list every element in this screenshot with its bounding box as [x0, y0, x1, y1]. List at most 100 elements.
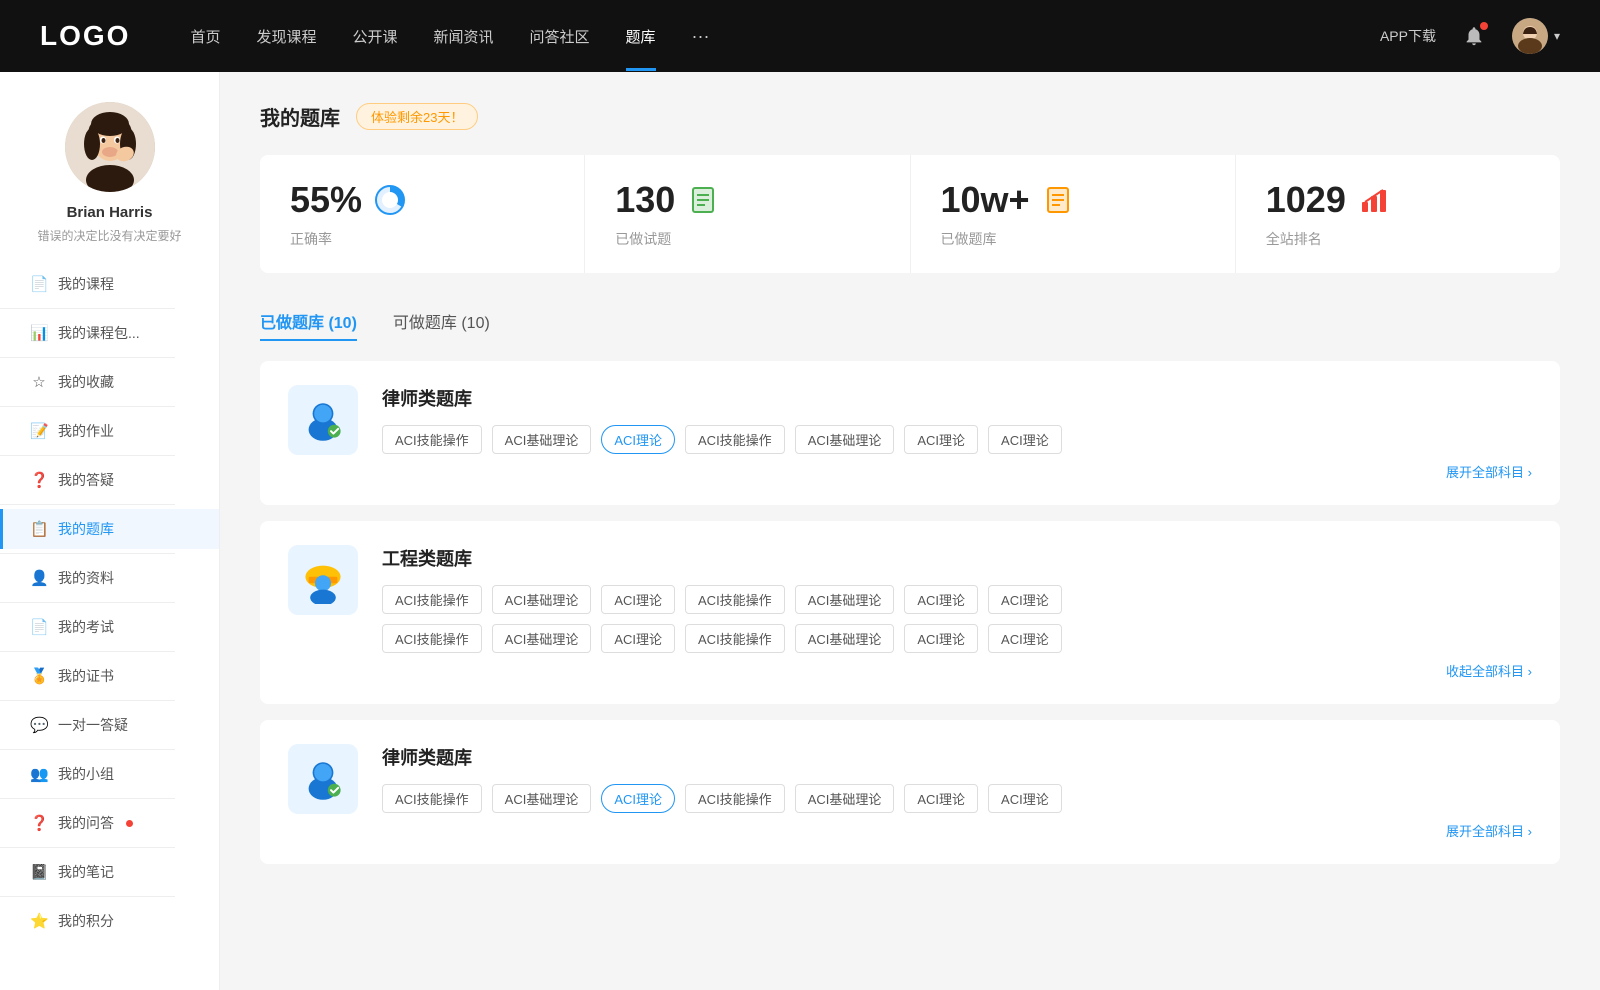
tag-1[interactable]: ACI基础理论 — [492, 585, 592, 614]
tags-row-3: ACI技能操作 ACI基础理论 ACI理论 ACI技能操作 ACI基础理论 AC… — [382, 784, 1532, 813]
tag-4[interactable]: ACI基础理论 — [795, 425, 895, 454]
tag-13[interactable]: ACI理论 — [988, 624, 1062, 653]
sidebar-item-notes[interactable]: 📓 我的笔记 — [0, 852, 219, 892]
tag-6[interactable]: ACI理论 — [988, 425, 1062, 454]
stat-value: 10w+ — [941, 179, 1030, 221]
lawyer-icon-wrap — [288, 385, 358, 455]
sidebar-item-favorites[interactable]: ☆ 我的收藏 — [0, 362, 219, 402]
tag-1[interactable]: ACI基础理论 — [492, 425, 592, 454]
tag-1[interactable]: ACI基础理论 — [492, 784, 592, 813]
stat-label: 全站排名 — [1266, 229, 1530, 249]
tag-4[interactable]: ACI基础理论 — [795, 585, 895, 614]
points-icon: ⭐ — [30, 912, 48, 930]
nav-news[interactable]: 新闻资讯 — [434, 26, 494, 47]
sidebar-label: 我的积分 — [58, 911, 114, 931]
bank-body: 律师类题库 ACI技能操作 ACI基础理论 ACI理论 ACI技能操作 ACI基… — [382, 744, 1532, 840]
sidebar-item-tutor[interactable]: 💬 一对一答疑 — [0, 705, 219, 745]
tag-12[interactable]: ACI理论 — [904, 624, 978, 653]
myqa-icon: ❓ — [30, 814, 48, 832]
divider — [0, 749, 175, 750]
user-avatar-menu[interactable]: ▾ — [1512, 18, 1560, 54]
sidebar-label: 一对一答疑 — [58, 715, 128, 735]
divider — [0, 847, 175, 848]
exam-icon: 📄 — [30, 618, 48, 636]
tag-2-active[interactable]: ACI理论 — [601, 784, 675, 813]
stat-rank: 1029 全站排名 — [1236, 155, 1560, 273]
tag-0[interactable]: ACI技能操作 — [382, 425, 482, 454]
bank-icon: 📋 — [30, 520, 48, 538]
tab-available[interactable]: 可做题库 (10) — [393, 301, 490, 341]
logo[interactable]: LOGO — [40, 20, 130, 52]
trial-badge: 体验剩余23天！ — [356, 103, 478, 130]
nav-more[interactable]: ··· — [692, 26, 710, 47]
stat-value: 1029 — [1266, 179, 1346, 221]
app-download-button[interactable]: APP下载 — [1380, 26, 1436, 46]
cert-icon: 🏅 — [30, 667, 48, 685]
tag-3[interactable]: ACI技能操作 — [685, 784, 785, 813]
page-title: 我的题库 — [260, 102, 340, 131]
expand-link-3[interactable]: 展开全部科目 › — [1446, 821, 1532, 840]
tag-2[interactable]: ACI理论 — [601, 585, 675, 614]
sidebar-label: 我的证书 — [58, 666, 114, 686]
profile-icon: 👤 — [30, 569, 48, 587]
tab-done[interactable]: 已做题库 (10) — [260, 301, 357, 341]
collapse-link[interactable]: 收起全部科目 › — [1446, 661, 1532, 680]
favorites-icon: ☆ — [30, 373, 48, 391]
tag-8[interactable]: ACI基础理论 — [492, 624, 592, 653]
sidebar-item-qa[interactable]: ❓ 我的答疑 — [0, 460, 219, 500]
sidebar-item-homework[interactable]: 📝 我的作业 — [0, 411, 219, 451]
nav-home[interactable]: 首页 — [190, 26, 220, 47]
tag-5[interactable]: ACI理论 — [904, 784, 978, 813]
stat-top: 10w+ — [941, 179, 1205, 221]
nav-bank[interactable]: 题库 — [626, 26, 656, 47]
sidebar-item-bank[interactable]: 📋 我的题库 — [0, 509, 219, 549]
tag-10[interactable]: ACI技能操作 — [685, 624, 785, 653]
tag-9[interactable]: ACI理论 — [601, 624, 675, 653]
sidebar-item-profile[interactable]: 👤 我的资料 — [0, 558, 219, 598]
tag-6[interactable]: ACI理论 — [988, 585, 1062, 614]
tag-7[interactable]: ACI技能操作 — [382, 624, 482, 653]
nav-discover[interactable]: 发现课程 — [256, 26, 316, 47]
sidebar-item-group[interactable]: 👥 我的小组 — [0, 754, 219, 794]
tag-11[interactable]: ACI基础理论 — [795, 624, 895, 653]
bank-name: 工程类题库 — [382, 545, 1532, 571]
sidebar-item-course[interactable]: 📄 我的课程 — [0, 264, 219, 304]
tag-2-active[interactable]: ACI理论 — [601, 425, 675, 454]
page-title-row: 我的题库 体验剩余23天！ — [260, 102, 1560, 131]
tag-3[interactable]: ACI技能操作 — [685, 425, 785, 454]
tag-4[interactable]: ACI基础理论 — [795, 784, 895, 813]
bank-name: 律师类题库 — [382, 385, 1532, 411]
avatar-chevron: ▾ — [1554, 29, 1560, 43]
tag-5[interactable]: ACI理论 — [904, 585, 978, 614]
divider — [0, 357, 175, 358]
profile-name: Brian Harris — [67, 204, 153, 221]
tag-5[interactable]: ACI理论 — [904, 425, 978, 454]
tutor-icon: 💬 — [30, 716, 48, 734]
notes-icon: 📓 — [30, 863, 48, 881]
header: LOGO 首页 发现课程 公开课 新闻资讯 问答社区 题库 ··· APP下载 — [0, 0, 1600, 72]
sidebar-item-exam[interactable]: 📄 我的考试 — [0, 607, 219, 647]
sidebar-label: 我的答疑 — [58, 470, 114, 490]
chart-red-icon — [1358, 184, 1390, 216]
expand-link[interactable]: 展开全部科目 › — [1446, 462, 1532, 481]
notification-bell[interactable] — [1460, 22, 1488, 50]
sidebar-item-points[interactable]: ⭐ 我的积分 — [0, 901, 219, 941]
divider — [0, 798, 175, 799]
sidebar-label: 我的考试 — [58, 617, 114, 637]
profile-avatar — [65, 102, 155, 192]
bank-card-lawyer-2: 律师类题库 ACI技能操作 ACI基础理论 ACI理论 ACI技能操作 ACI基… — [260, 720, 1560, 864]
sidebar: Brian Harris 错误的决定比没有决定要好 📄 我的课程 📊 我的课程包… — [0, 72, 220, 990]
tag-6[interactable]: ACI理论 — [988, 784, 1062, 813]
pie-chart-icon — [374, 184, 406, 216]
tag-0[interactable]: ACI技能操作 — [382, 585, 482, 614]
qa-icon: ❓ — [30, 471, 48, 489]
sidebar-item-cert[interactable]: 🏅 我的证书 — [0, 656, 219, 696]
notification-badge — [1480, 22, 1488, 30]
sidebar-item-myqa[interactable]: ❓ 我的问答 — [0, 803, 219, 843]
tag-0[interactable]: ACI技能操作 — [382, 784, 482, 813]
sidebar-label: 我的问答 — [58, 813, 114, 833]
sidebar-item-package[interactable]: 📊 我的课程包... — [0, 313, 219, 353]
nav-open-course[interactable]: 公开课 — [352, 26, 397, 47]
nav-qa[interactable]: 问答社区 — [530, 26, 590, 47]
tag-3[interactable]: ACI技能操作 — [685, 585, 785, 614]
